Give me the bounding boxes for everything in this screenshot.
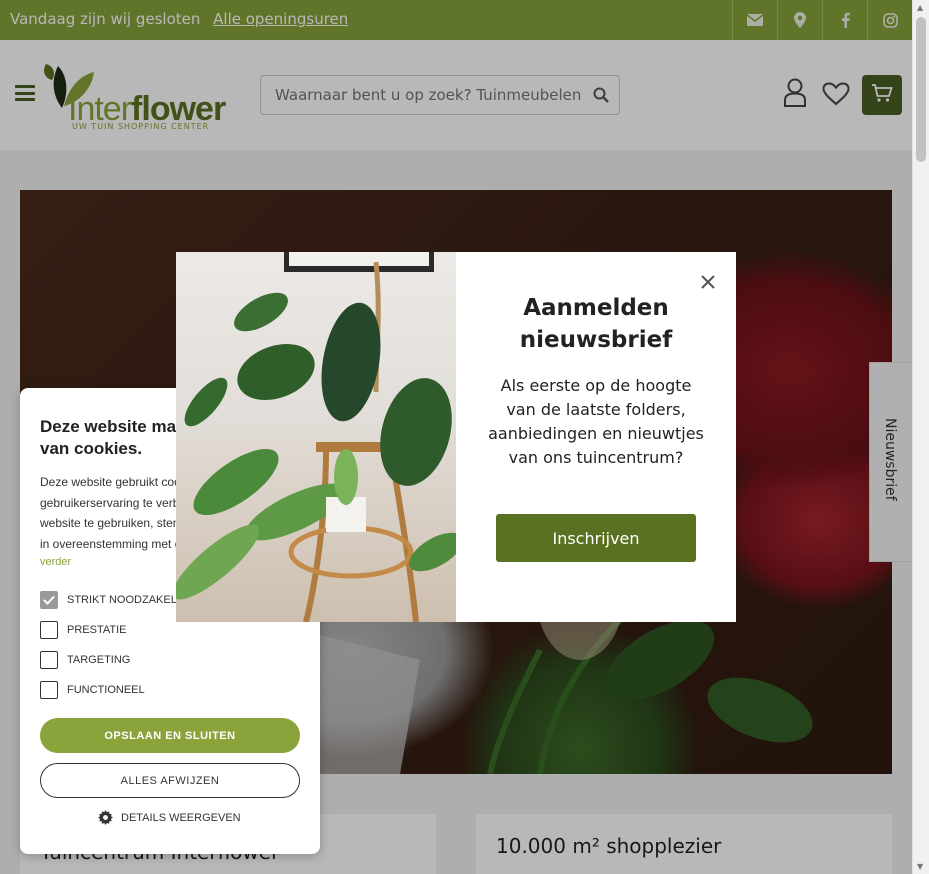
cookie-option-label: FUNCTIONEEL [67,684,145,696]
modal-text: Als eerste op de hoogte van de laatste f… [488,376,704,467]
checkbox[interactable] [40,681,58,699]
plants-photo [176,252,456,622]
modal-title: Aanmelden nieuwsbrief [519,295,673,353]
checkbox[interactable] [40,591,58,609]
checkbox[interactable] [40,651,58,669]
scroll-down-icon[interactable]: ▼ [917,862,923,871]
cookie-option-performance[interactable]: PRESTATIE [40,621,127,639]
newsletter-modal: Aanmelden nieuwsbrief Als eerste op de h… [176,252,736,622]
cookie-option-strict[interactable]: STRIKT NOODZAKELIJK [40,591,193,609]
reject-all-button[interactable]: ALLES AFWIJZEN [40,763,300,798]
cookie-option-label: PRESTATIE [67,624,127,636]
cookie-option-label: TARGETING [67,654,131,666]
show-details-button[interactable]: DETAILS WEERGEVEN [98,810,241,825]
cookie-option-label: STRIKT NOODZAKELIJK [67,594,193,606]
checkbox[interactable] [40,621,58,639]
cookie-read-more-link[interactable]: verder [40,556,71,568]
scroll-thumb[interactable] [916,17,926,162]
subscribe-button[interactable]: Inschrijven [496,514,696,562]
close-icon[interactable] [698,272,718,292]
save-and-close-button[interactable]: OPSLAAN EN SLUITEN [40,718,300,753]
details-label: DETAILS WEERGEVEN [121,811,241,824]
cookie-option-targeting[interactable]: TARGETING [40,651,130,669]
page-scrollbar[interactable]: ▲ ▼ [912,0,929,874]
scroll-up-icon[interactable]: ▲ [917,3,923,12]
gear-icon [98,810,113,825]
cookie-option-functional[interactable]: FUNCTIONEEL [40,681,145,699]
